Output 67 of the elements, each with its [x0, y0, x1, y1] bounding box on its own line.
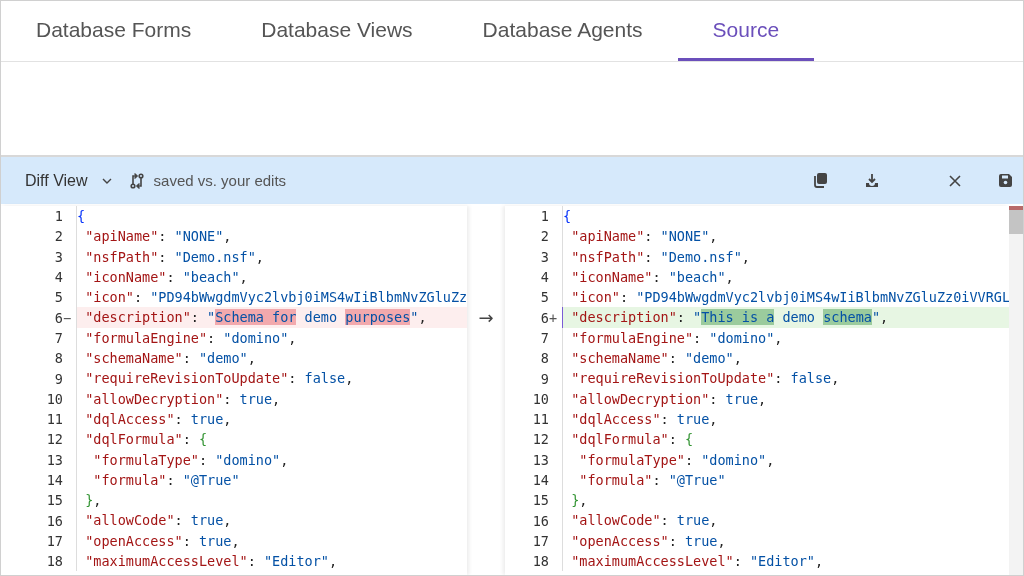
tab[interactable]: Database Views [226, 1, 448, 61]
code-line: "requireRevisionToUpdate": false, [76, 368, 467, 389]
line-number: 3 [539, 248, 549, 265]
code-line: "schemaName": "demo", [76, 348, 467, 369]
diff-marker: − [63, 309, 73, 326]
scrollbar-thumb[interactable] [1009, 206, 1023, 234]
download-icon[interactable] [865, 173, 879, 188]
line-number: 7 [53, 329, 63, 346]
line-number: 16 [531, 512, 549, 529]
copy-icon[interactable] [813, 173, 827, 188]
line-number: 1 [539, 208, 549, 225]
line-number: 18 [45, 553, 63, 570]
line-number: 4 [539, 269, 549, 286]
swap-icon [129, 172, 144, 189]
line-number: 12 [531, 431, 549, 448]
code-line: "iconName": "beach", [76, 266, 467, 288]
caret-icon [101, 177, 112, 184]
code-line: }, [76, 490, 467, 511]
code-line: "allowCode": true, [76, 510, 467, 531]
code-line: "apiName": "NONE", [76, 226, 467, 247]
code-line: "dqlFormula": { [76, 429, 467, 450]
line-number: 17 [531, 532, 549, 549]
line-number: 3 [53, 248, 63, 265]
line-number: 6 [539, 309, 549, 326]
line-number: 10 [531, 390, 549, 407]
line-number: 14 [531, 472, 549, 488]
line-number: 2 [539, 228, 549, 245]
line-number: 4 [53, 269, 63, 286]
line-number: 9 [53, 370, 63, 387]
line-number: 10 [45, 390, 63, 407]
line-number: 16 [45, 512, 63, 529]
line-number: 13 [531, 451, 549, 468]
line-number: 9 [539, 370, 549, 387]
line-number: 5 [53, 289, 63, 306]
line-number: 7 [539, 329, 549, 346]
line-number: 11 [531, 411, 549, 428]
code-line: "allowDecryption": true, [76, 388, 467, 409]
line-number: 18 [531, 553, 549, 570]
line-number: 15 [45, 492, 63, 509]
line-number: 12 [45, 431, 63, 448]
code-line: "formulaEngine": "domino", [76, 327, 467, 349]
code-line: "formulaType": "domino", [76, 449, 467, 470]
comparison-label: saved vs. your edits [153, 172, 287, 189]
code-line: "dqlAccess": true, [76, 408, 467, 430]
tab[interactable]: Source [677, 1, 815, 61]
code-line: "openAccess": true, [76, 530, 467, 552]
code-line: "formula": "@True" [76, 469, 467, 491]
view-mode-dropdown[interactable]: Diff View [25, 171, 112, 190]
code-line: "maximumAccessLevel": "Editor", [76, 551, 467, 572]
line-number: 14 [45, 472, 63, 488]
line-number: 17 [45, 532, 63, 549]
code-line: { [76, 206, 467, 227]
tab[interactable]: Database Agents [447, 1, 678, 61]
line-number: 8 [539, 350, 549, 367]
line-number: 15 [531, 492, 549, 509]
line-number: 5 [539, 289, 549, 306]
line-number: 8 [53, 350, 63, 367]
line-number: 11 [45, 411, 63, 428]
tab[interactable]: Database Forms [1, 1, 227, 61]
line-number: 13 [45, 451, 63, 468]
save-icon[interactable] [999, 174, 1012, 187]
line-number: 2 [53, 228, 63, 245]
code-line: "nsfPath": "Demo.nsf", [76, 246, 467, 267]
diff-marker: + [549, 309, 559, 326]
line-number: 1 [53, 208, 63, 225]
line-number: 6 [53, 309, 63, 326]
close-icon[interactable] [949, 174, 961, 187]
